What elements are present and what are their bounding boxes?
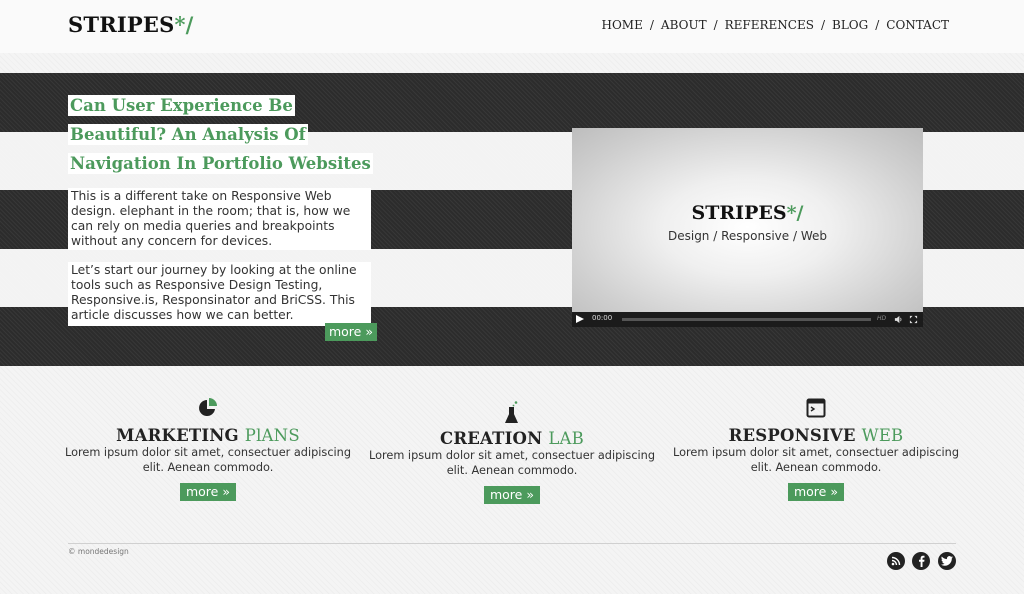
nav-home[interactable]: HOME <box>602 18 643 32</box>
pie-chart-icon <box>199 398 217 416</box>
feature-responsive-web: RESPONSIVE WEB Lorem ipsum dolor sit ame… <box>666 398 966 501</box>
video-player[interactable]: STRIPES*/ Design / Responsive / Web 00:0… <box>572 128 923 327</box>
feature-title-main: CREATION <box>440 429 543 448</box>
feature-description: Lorem ipsum dolor sit amet, consectuer a… <box>64 446 351 474</box>
facebook-icon[interactable] <box>912 552 930 570</box>
play-icon[interactable] <box>576 315 584 323</box>
feature-title-main: RESPONSIVE <box>728 426 856 445</box>
video-controls: 00:00 HD <box>572 312 923 327</box>
feature-more-button[interactable]: more » <box>483 486 540 504</box>
nav-blog[interactable]: BLOG <box>832 18 868 32</box>
hd-label[interactable]: HD <box>877 315 886 322</box>
main-nav: HOME / ABOUT / REFERENCES / BLOG / CONTA… <box>602 18 950 32</box>
feature-title-accent: PlANS <box>244 426 300 445</box>
logo-mark: */ <box>174 12 194 37</box>
nav-separator: / <box>649 18 654 32</box>
video-logo-mark: */ <box>786 202 804 224</box>
nav-references[interactable]: REFERENCES <box>725 18 814 32</box>
flask-icon <box>505 401 518 423</box>
feature-description: Lorem ipsum dolor sit amet, consectuer a… <box>672 446 959 474</box>
headline-text: Beautiful? An Analysis Of <box>68 124 308 145</box>
feature-title: MARKETING PlANS <box>58 426 358 445</box>
feature-description: Lorem ipsum dolor sit amet, consectuer a… <box>368 449 655 477</box>
hero-more-button[interactable]: more » <box>325 323 377 341</box>
nav-separator: / <box>820 18 826 32</box>
headline-text: Navigation In Portfolio Websites <box>68 153 373 174</box>
feature-more-button[interactable]: more » <box>179 483 236 501</box>
video-tagline: Design / Responsive / Web <box>667 229 827 243</box>
rss-icon[interactable] <box>887 552 905 570</box>
logo-text: STRIPES <box>68 12 175 37</box>
nav-contact[interactable]: CONTACT <box>886 18 949 32</box>
feature-title-accent: LAB <box>548 429 584 448</box>
feature-title: CREATION LAB <box>362 429 662 448</box>
headline-line-2: Beautiful? An Analysis Of <box>68 124 308 146</box>
nav-separator: / <box>713 18 718 32</box>
feature-creation-lab: CREATION LAB Lorem ipsum dolor sit amet,… <box>362 400 662 504</box>
feature-title: RESPONSIVE WEB <box>666 426 966 445</box>
feature-marketing: MARKETING PlANS Lorem ipsum dolor sit am… <box>58 398 358 501</box>
footer-divider <box>68 543 956 544</box>
fullscreen-icon[interactable] <box>909 315 918 324</box>
copyright: © mondedesign <box>68 547 129 556</box>
facebook-glyph <box>919 555 925 567</box>
nav-separator: / <box>875 18 880 32</box>
headline-line-1: Can User Experience Be <box>68 95 295 117</box>
terminal-window-icon <box>806 398 826 418</box>
video-time: 00:00 <box>592 314 613 322</box>
video-progress-track[interactable] <box>622 318 871 321</box>
video-logo: STRIPES*/ <box>572 202 923 224</box>
feature-title-main: MARKETING <box>116 426 239 445</box>
rss-glyph <box>891 556 901 566</box>
feature-more-button[interactable]: more » <box>787 483 844 501</box>
hero-paragraph-1: This is a different take on Responsive W… <box>68 188 371 250</box>
headline-text: Can User Experience Be <box>68 95 295 116</box>
hero-paragraph-2: Let’s start our journey by looking at th… <box>68 262 371 326</box>
site-logo[interactable]: STRIPES*/ <box>68 12 194 37</box>
nav-about[interactable]: ABOUT <box>661 18 707 32</box>
twitter-icon[interactable] <box>938 552 956 570</box>
twitter-glyph <box>941 556 953 566</box>
video-logo-text: STRIPES <box>691 202 787 224</box>
feature-title-accent: WEB <box>861 426 904 445</box>
volume-icon[interactable] <box>894 315 903 324</box>
headline-line-3: Navigation In Portfolio Websites <box>68 153 373 175</box>
